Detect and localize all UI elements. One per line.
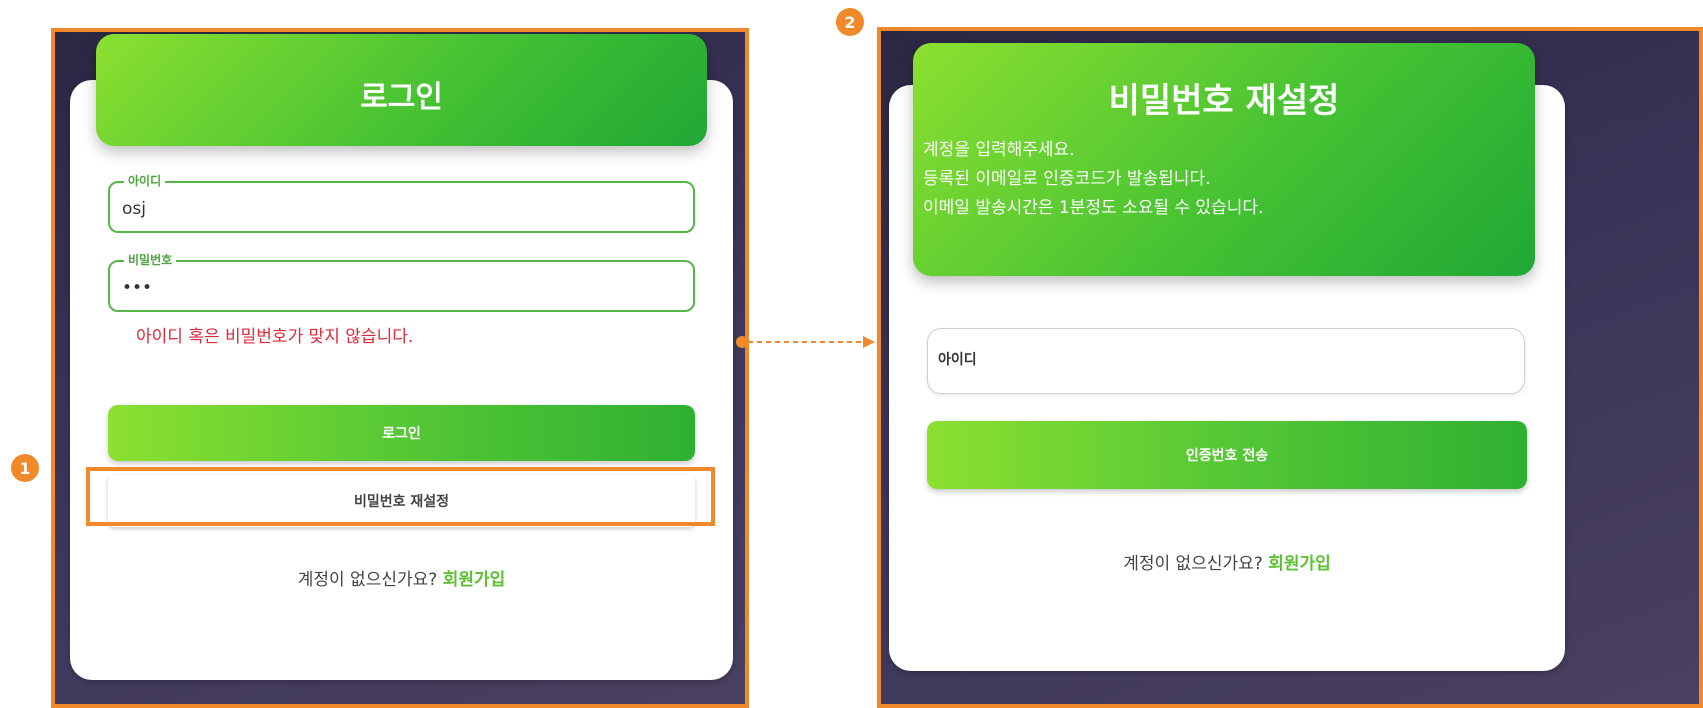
send-code-button[interactable]: 인증번호 전송 xyxy=(927,421,1527,489)
reset-signup-prompt: 계정이 없으신가요? 회원가입 xyxy=(889,549,1565,574)
username-value: osj xyxy=(122,199,146,219)
login-header: 로그인 xyxy=(96,34,707,146)
step-badge-1: 1 xyxy=(11,454,39,482)
reset-description-line-2: 등록된 이메일로 인증코드가 발송됩니다. xyxy=(923,169,1211,189)
flow-arrow xyxy=(736,336,875,348)
password-legend: 비밀번호 xyxy=(124,252,177,268)
reset-header: 비밀번호 재설정 계정을 입력해주세요. 등록된 이메일로 인증코드가 발송됩니… xyxy=(913,43,1535,276)
reset-password-button[interactable]: 비밀번호 재설정 xyxy=(108,475,695,527)
login-button-label: 로그인 xyxy=(382,426,421,442)
login-error-message: 아이디 혹은 비밀번호가 맞지 않습니다. xyxy=(136,327,414,347)
reset-description-line-3: 이메일 발송시간은 1분정도 소요될 수 있습니다. xyxy=(923,198,1264,218)
signup-prompt: 계정이 없으신가요? 회원가입 xyxy=(70,565,733,590)
reset-description-line-1: 계정을 입력해주세요. xyxy=(923,140,1075,160)
login-screen: 아이디 osj 비밀번호 ••• 아이디 혹은 비밀번호가 맞지 않습니다. 로… xyxy=(54,30,747,706)
reset-title: 비밀번호 재설정 xyxy=(1108,81,1340,121)
password-value: ••• xyxy=(122,278,153,298)
reset-description: 계정을 입력해주세요. 등록된 이메일로 인증코드가 발송됩니다. 이메일 발송… xyxy=(923,136,1263,223)
step-badge-2: 2 xyxy=(836,8,864,36)
reset-password-label: 비밀번호 재설정 xyxy=(353,494,450,510)
reset-signup-prompt-text: 계정이 없으신가요? xyxy=(1123,554,1263,574)
password-field[interactable]: 비밀번호 ••• xyxy=(108,252,695,312)
signup-prompt-text: 계정이 없으신가요? xyxy=(297,570,438,590)
send-code-label: 인증번호 전송 xyxy=(1185,448,1269,464)
login-card: 아이디 osj 비밀번호 ••• 아이디 혹은 비밀번호가 맞지 않습니다. 로… xyxy=(70,80,733,680)
signup-link[interactable]: 회원가입 xyxy=(443,570,506,590)
login-button[interactable]: 로그인 xyxy=(108,405,695,461)
reset-signup-link[interactable]: 회원가입 xyxy=(1268,554,1331,574)
login-title: 로그인 xyxy=(360,80,443,115)
username-field[interactable]: 아이디 osj xyxy=(108,173,695,233)
reset-id-input[interactable]: 아이디 xyxy=(927,328,1525,394)
reset-screen: 아이디 인증번호 전송 계정이 없으신가요? 회원가입 비밀번호 재설정 계정을… xyxy=(881,31,1703,706)
username-legend: 아이디 xyxy=(124,173,166,189)
reset-id-placeholder: 아이디 xyxy=(938,352,977,368)
